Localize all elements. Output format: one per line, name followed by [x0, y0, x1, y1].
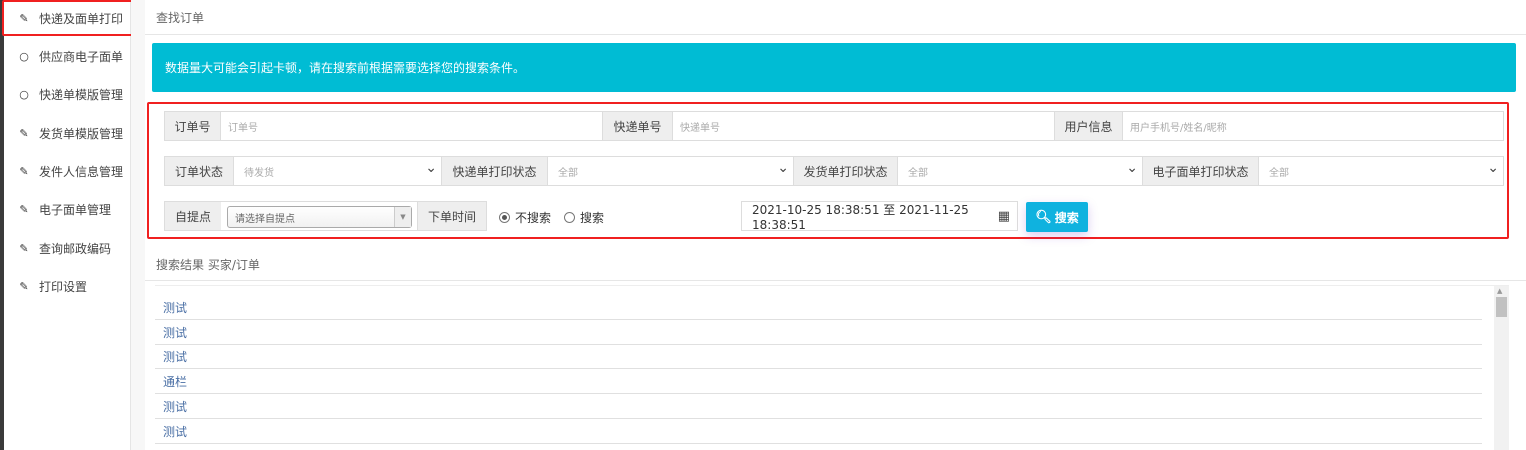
order-status-label: 订单状态	[164, 156, 234, 186]
radio-no-search[interactable]: 不搜索	[499, 209, 551, 226]
radio-label: 搜索	[580, 211, 605, 225]
eorder-print-status-select[interactable]: 全部	[1258, 156, 1504, 186]
sidebar-item-label: 快递单模版管理	[39, 87, 124, 102]
sidebar-item-express-template[interactable]: ○ 快递单模版管理	[4, 79, 131, 109]
ship-print-status-select[interactable]: 全部	[897, 156, 1143, 186]
edit-icon: ✎	[19, 241, 29, 255]
order-no-input[interactable]: 订单号	[220, 111, 603, 141]
express-print-status-label: 快递单打印状态	[441, 156, 548, 186]
circle-icon: ○	[19, 87, 29, 101]
calendar-icon: ▦	[997, 209, 1010, 224]
radio-checked-icon	[499, 212, 510, 223]
info-alert: 数据量大可能会引起卡顿，请在搜索前根据需要选择您的搜索条件。	[152, 43, 1516, 92]
search-icon: 🔍︎	[1035, 209, 1052, 225]
list-item[interactable]: 测试	[155, 344, 1482, 369]
list-item[interactable]: 通栏	[155, 369, 1482, 394]
sidebar-item-label: 电子面单管理	[39, 202, 112, 217]
order-status-select[interactable]: 待发货	[233, 156, 442, 186]
order-time-label: 下单时间	[417, 201, 487, 231]
pickup-select[interactable]: 请选择自提点 ▼	[227, 206, 412, 228]
sidebar-item-print-settings[interactable]: ✎ 打印设置	[4, 271, 131, 301]
sidebar-item-postcode[interactable]: ✎ 查询邮政编码	[4, 233, 131, 263]
list-item[interactable]: 测试	[155, 419, 1482, 444]
sidebar-item-label: 发货单模版管理	[39, 126, 124, 141]
pickup-placeholder: 请选择自提点	[235, 213, 295, 225]
page-title: 查找订单	[156, 11, 205, 25]
sidebar-item-express-print[interactable]: ✎ 快递及面单打印	[2, 0, 133, 36]
divider	[145, 34, 1526, 35]
caret-down-icon: ▼	[394, 207, 411, 227]
circle-icon: ○	[19, 49, 29, 63]
ship-print-status-label: 发货单打印状态	[793, 156, 898, 186]
scrollbar[interactable]: ▲	[1494, 286, 1509, 450]
sidebar-item-ship-template[interactable]: ✎ 发货单模版管理	[4, 118, 131, 148]
sidebar-item-eorder-manage[interactable]: ✎ 电子面单管理	[4, 194, 131, 224]
scroll-up-icon[interactable]: ▲	[1497, 287, 1502, 295]
date-range-value: 2021-10-25 18:38:51 至 2021-11-25 18:38:5…	[752, 202, 969, 232]
express-print-status-select[interactable]: 全部	[547, 156, 794, 186]
user-info-label: 用户信息	[1054, 111, 1123, 141]
list-item[interactable]: 测试	[155, 320, 1482, 345]
sidebar-item-sender-info[interactable]: ✎ 发件人信息管理	[4, 156, 131, 186]
edit-icon: ✎	[19, 126, 29, 140]
edit-icon: ✎	[19, 164, 29, 178]
date-range-input[interactable]: 2021-10-25 18:38:51 至 2021-11-25 18:38:5…	[741, 201, 1018, 232]
sidebar-item-label: 供应商电子面单	[39, 49, 124, 64]
sidebar-item-label: 快递及面单打印	[39, 11, 124, 26]
radio-search[interactable]: 搜索	[564, 209, 604, 226]
radio-label: 不搜索	[515, 211, 552, 225]
search-button[interactable]: 🔍︎ 搜索	[1026, 202, 1088, 232]
order-no-label: 订单号	[164, 111, 221, 141]
express-no-label: 快递单号	[602, 111, 673, 141]
scroll-thumb[interactable]	[1496, 297, 1507, 317]
sidebar: ✎ 快递及面单打印 ○ 供应商电子面单 ○ 快递单模版管理 ✎ 发货单模版管理 ✎ 发件人…	[2, 0, 133, 450]
results-list: 测试 测试 测试 通栏 测试 测试	[155, 285, 1509, 450]
list-item[interactable]: 测试	[155, 394, 1482, 419]
user-info-input[interactable]: 用户手机号/姓名/昵称	[1122, 111, 1504, 141]
eorder-print-status-label: 电子面单打印状态	[1142, 156, 1259, 186]
sidebar-item-label: 发件人信息管理	[39, 164, 124, 179]
sidebar-item-label: 查询邮政编码	[39, 241, 112, 256]
list-item[interactable]: 测试	[155, 295, 1482, 320]
pencil-icon: ✎	[19, 11, 29, 25]
radio-unchecked-icon	[564, 212, 575, 223]
pickup-label: 自提点	[164, 201, 222, 231]
sidebar-item-supplier-eorder[interactable]: ○ 供应商电子面单	[4, 41, 131, 71]
divider	[145, 280, 1526, 281]
sidebar-item-label: 打印设置	[39, 279, 88, 294]
edit-icon: ✎	[19, 202, 29, 216]
express-no-input[interactable]: 快递单号	[672, 111, 1055, 141]
edit-icon: ✎	[19, 279, 29, 293]
results-title: 搜索结果 买家/订单	[156, 258, 260, 272]
gutter	[131, 0, 145, 450]
search-button-label: 搜索	[1054, 210, 1079, 225]
